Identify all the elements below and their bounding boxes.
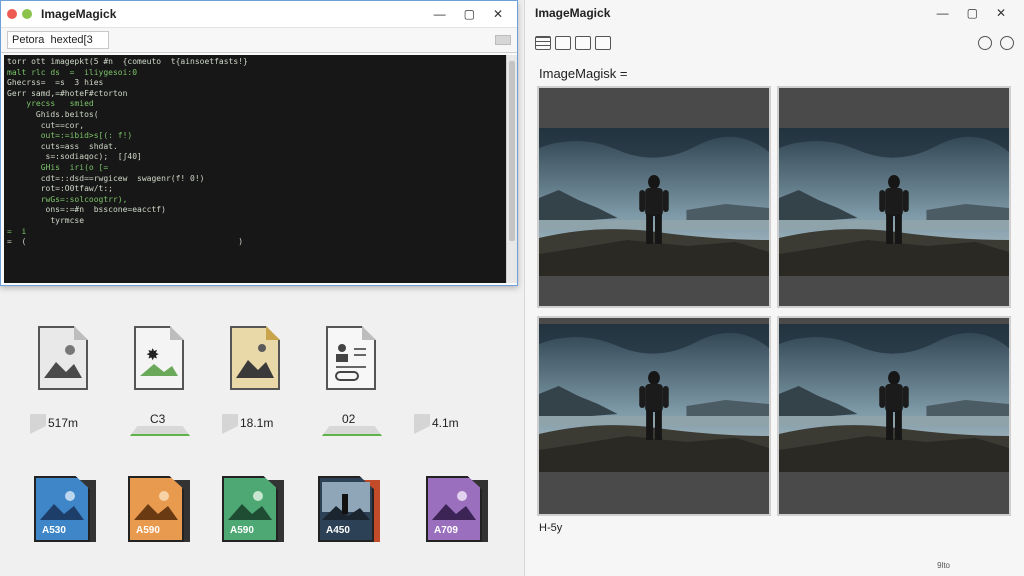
file-item[interactable]: ✸ C3 — [124, 326, 194, 436]
terminal-line: ons=:=#n bsscone=eacctf) — [7, 205, 166, 215]
restore-button[interactable]: ▢ — [464, 7, 475, 21]
terminal-line: rot=:O0tfaw/t:; — [7, 184, 113, 194]
toolbar — [525, 26, 1024, 60]
grid-view-icon[interactable] — [535, 36, 551, 50]
address-input[interactable] — [7, 31, 109, 49]
terminal-line: = ( ) — [7, 237, 244, 247]
terminal-line: tyrmcse — [7, 215, 85, 225]
terminal-line: out=:=ibid>s[(: f!) — [7, 131, 133, 141]
terminal-line: rwGs=:solcoogtrr), — [7, 194, 128, 204]
orange-image-file-icon[interactable]: A590 — [128, 476, 190, 542]
export-icon[interactable] — [595, 36, 611, 50]
restore-button[interactable]: ▢ — [967, 6, 978, 20]
single-view-icon[interactable] — [575, 36, 591, 50]
section-label: ImageMagisk = — [539, 66, 628, 81]
svg-text:✸: ✸ — [146, 347, 159, 364]
terminal-line: cdt=::dsd==rwgicew swagenr(f! 0!) — [7, 173, 205, 183]
terminal-line: Ghids.beitos( — [7, 109, 99, 119]
file-item[interactable]: 4.1m — [412, 326, 482, 436]
info-icon[interactable] — [978, 36, 992, 50]
image-file-icon[interactable] — [38, 326, 88, 390]
file-size-label: 18.1m — [220, 412, 290, 436]
image-file-beige-icon[interactable] — [230, 326, 280, 390]
file-size-label: 02 — [316, 412, 386, 436]
file-item[interactable]: 02 — [316, 326, 386, 436]
terminal-line: malt rlc ds = iliygesoi:0 — [7, 67, 138, 77]
minimize-button[interactable]: — — [937, 6, 949, 20]
blue-image-file-icon[interactable]: A530 — [34, 476, 96, 542]
title-bar: ImageMagick — ▢ ✕ — [1, 1, 517, 27]
image-thumbnail[interactable] — [537, 316, 771, 516]
close-button[interactable]: ✕ — [996, 6, 1006, 20]
window-title: ImageMagick — [41, 7, 117, 21]
file-item[interactable]: 517m — [28, 326, 98, 436]
title-bar: ImageMagick — ▢ ✕ — [525, 0, 1024, 26]
scrollbar-thumb[interactable] — [509, 61, 515, 241]
close-button[interactable]: ✕ — [493, 7, 503, 21]
file-size-label: 517m — [28, 412, 98, 436]
image-viewer-window: ImageMagick — ▢ ✕ ImageMagisk = H-5y 9lt… — [524, 0, 1024, 576]
terminal-line: cuts=ass shdat. — [7, 141, 118, 151]
terminal-line: torr ott imagepkt(5 #n {comeuto t{ainsoe… — [7, 57, 248, 66]
minimize-button[interactable]: — — [434, 7, 446, 21]
terminal-window: ImageMagick — ▢ ✕ torr ott imagepkt(5 #n… — [0, 0, 518, 286]
terminal-line: = i — [7, 226, 27, 236]
maximize-dot-icon[interactable] — [22, 9, 32, 19]
purple-image-file-icon[interactable]: A709 — [426, 476, 488, 542]
terminal-line: cut==cor, — [7, 120, 85, 130]
terminal-output[interactable]: torr ott imagepkt(5 #n {comeuto t{ainsoe… — [4, 55, 508, 283]
green-image-file-icon[interactable]: A590 — [222, 476, 284, 542]
file-size-label: C3 — [124, 412, 194, 436]
desktop: ImageMagick — ▢ ✕ torr ott imagepkt(5 #n… — [0, 0, 1024, 576]
terminal-line: yrecss smied — [7, 99, 94, 109]
image-file-star-icon[interactable]: ✸ — [134, 326, 184, 390]
vertical-scrollbar[interactable] — [506, 55, 517, 283]
close-dot-icon[interactable] — [7, 9, 17, 19]
terminal-line: GHis iri(o [= — [7, 162, 109, 172]
list-view-icon[interactable] — [555, 36, 571, 50]
address-bar — [1, 27, 517, 53]
window-title: ImageMagick — [535, 6, 611, 20]
status-label: H-5y — [539, 522, 563, 534]
file-size-label: 4.1m — [412, 412, 482, 436]
corner-text: 9lto — [937, 561, 950, 570]
file-item[interactable]: 18.1m — [220, 326, 290, 436]
settings-icon[interactable] — [1000, 36, 1014, 50]
terminal-line: Ghecrss= =s 3 hies — [7, 78, 104, 88]
photo-image-file-icon[interactable]: A450 — [318, 476, 380, 542]
terminal-line: Gerr samd,=#hoteF#ctorton — [7, 88, 128, 98]
address-go-button[interactable] — [495, 35, 511, 45]
image-thumbnail[interactable] — [777, 316, 1011, 516]
image-thumbnail[interactable] — [777, 86, 1011, 308]
terminal-line: s=:sodiaqoc); [ʃ40] — [7, 152, 142, 162]
image-thumbnail[interactable] — [537, 86, 771, 308]
document-file-icon[interactable] — [326, 326, 376, 390]
